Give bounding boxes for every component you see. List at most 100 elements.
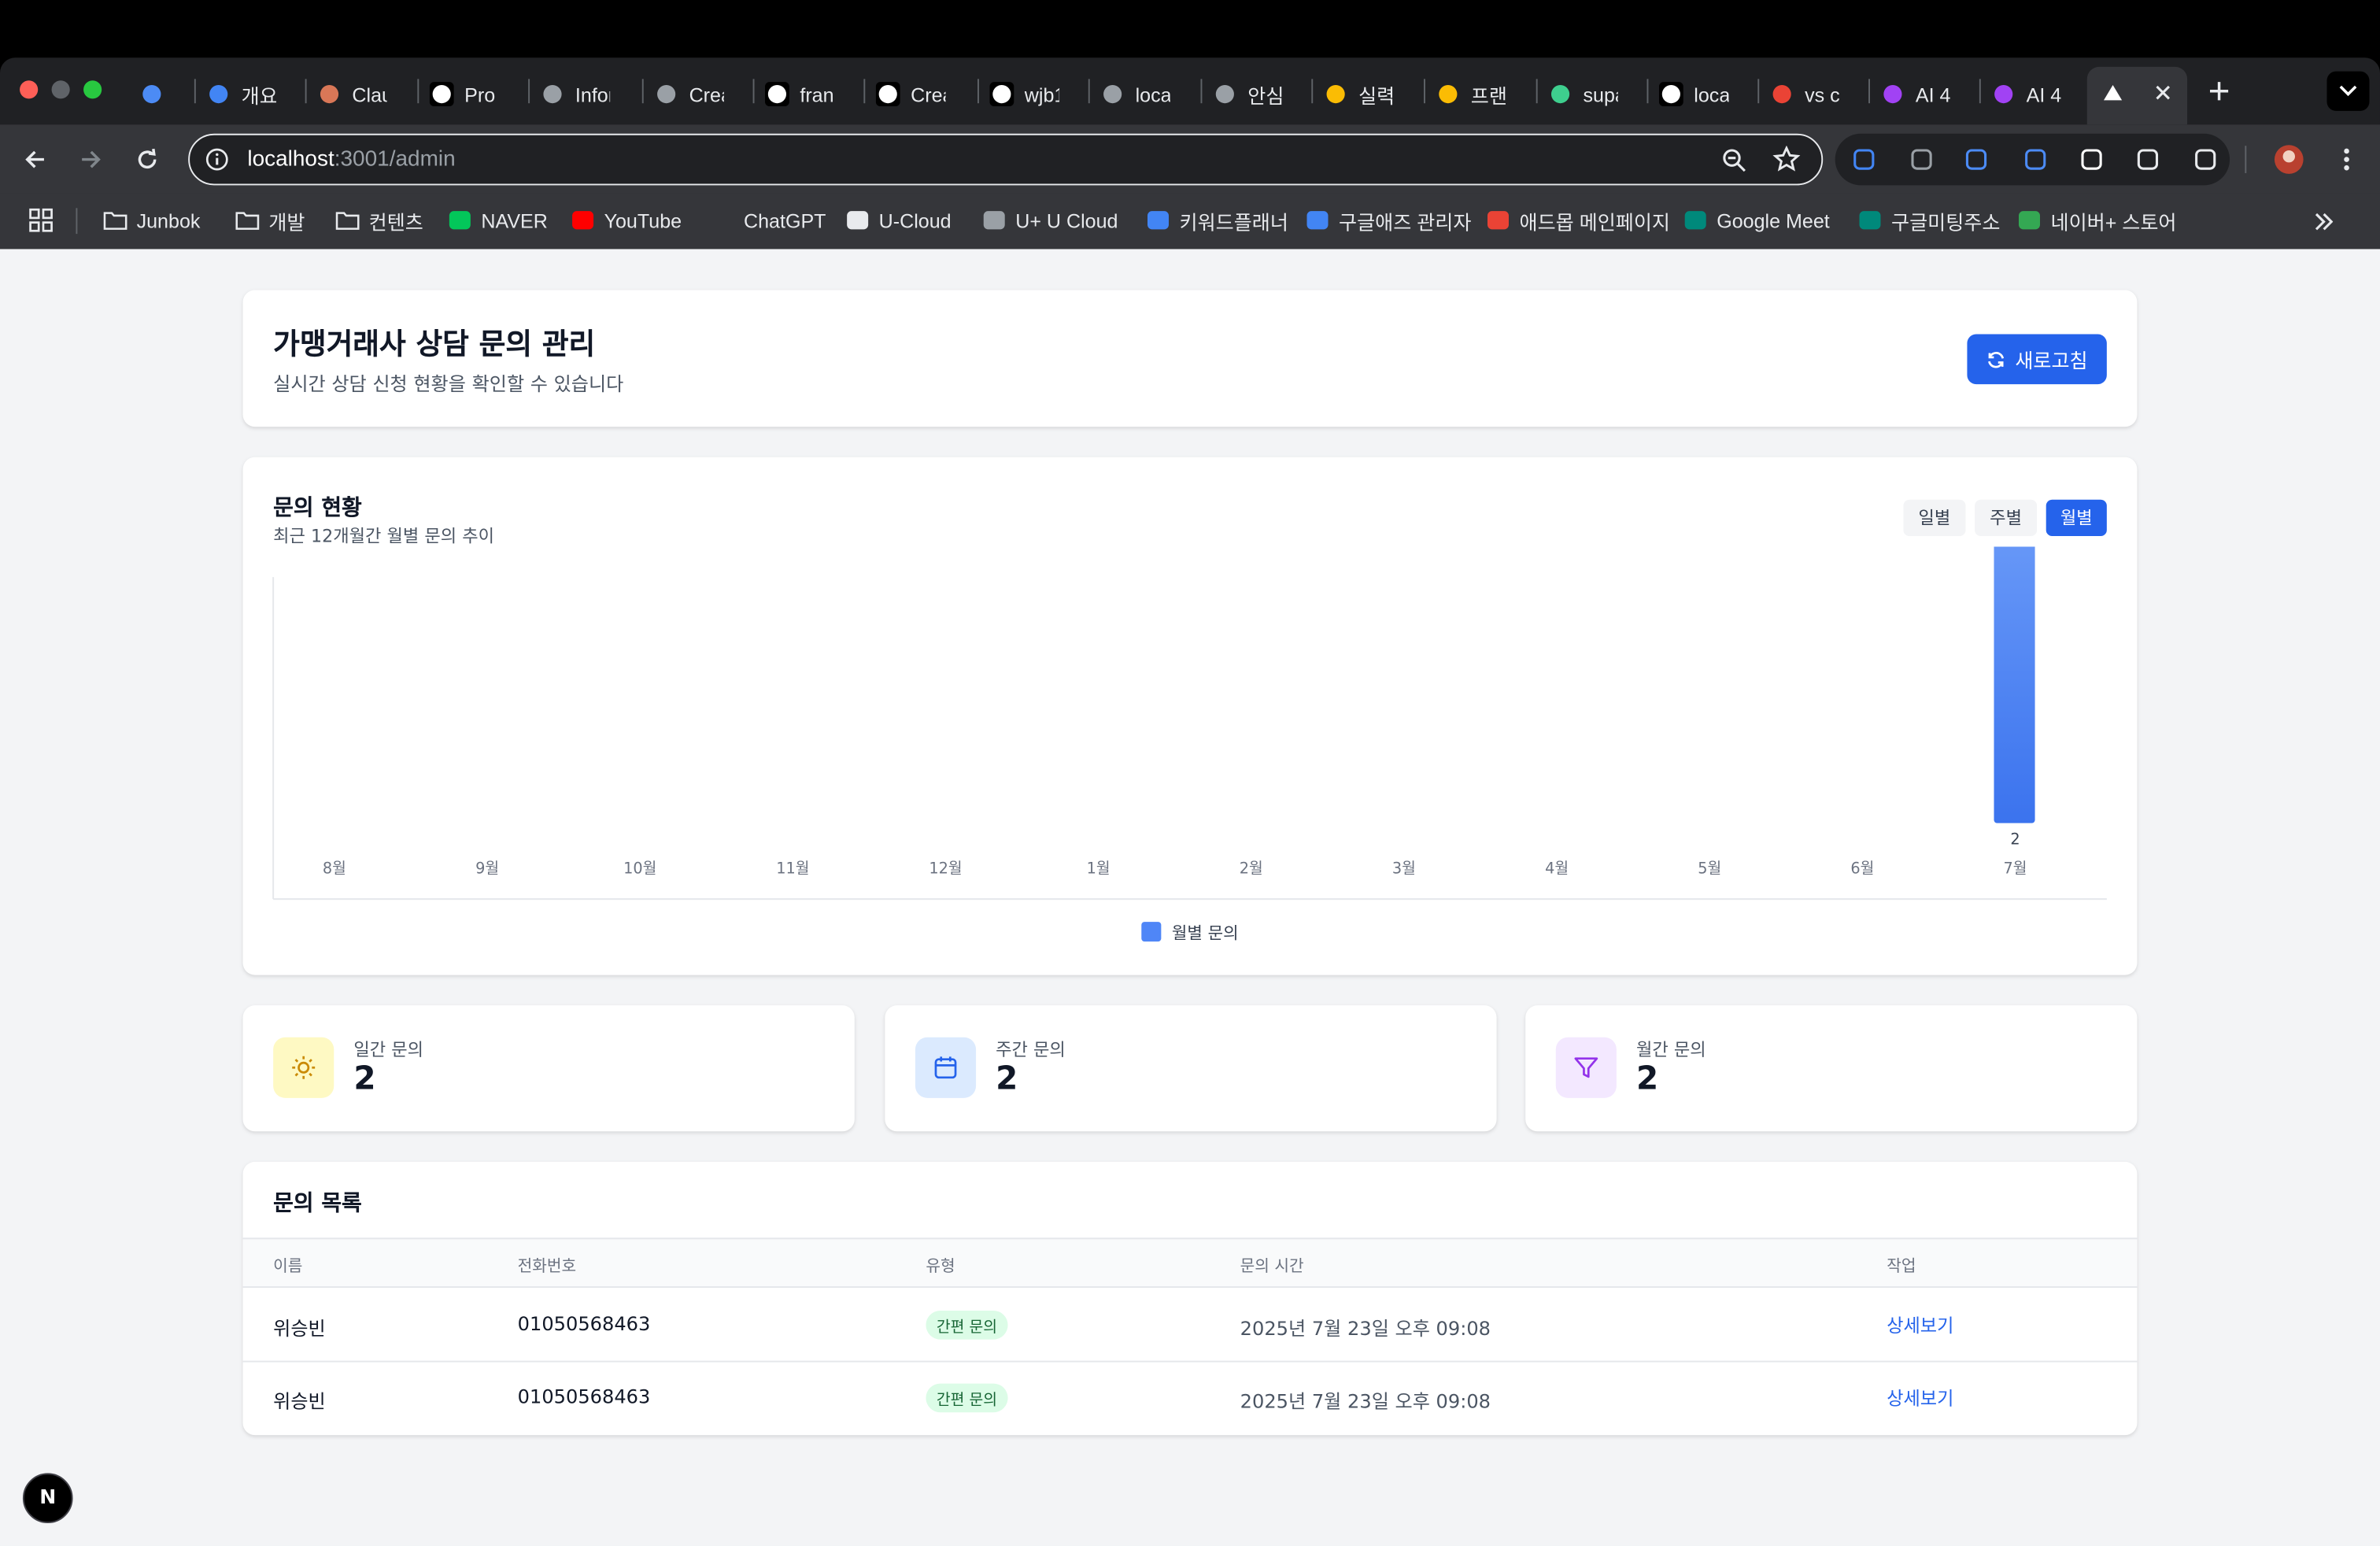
reload-button[interactable] xyxy=(132,144,163,175)
bookmark-item[interactable]: NAVER xyxy=(448,206,548,234)
chevron-down-icon xyxy=(2339,85,2357,97)
tab-weekly[interactable]: 주별 xyxy=(1975,499,2038,537)
cell-name: 위승빈 xyxy=(273,1389,326,1413)
table-title: 문의 목록 xyxy=(273,1192,362,1217)
admob-icon xyxy=(1486,208,1510,232)
nextjs-dev-badge[interactable]: N xyxy=(22,1473,73,1524)
stat-card xyxy=(242,1005,855,1132)
bookmark-item[interactable]: Junbok xyxy=(103,206,200,234)
maximize-window-button[interactable] xyxy=(83,80,102,99)
forward-button[interactable] xyxy=(76,144,106,175)
more-bookmarks-icon[interactable] xyxy=(2310,208,2338,235)
google-translate-icon[interactable] xyxy=(1849,144,1879,175)
tab-separator xyxy=(528,79,530,104)
bookmark-item[interactable]: 컨텐츠 xyxy=(335,206,423,234)
minimize-window-button[interactable] xyxy=(51,80,70,99)
browser-tab[interactable]: Crea xyxy=(875,76,945,112)
x-tick-label: 3월 xyxy=(1392,859,1416,877)
gem-extension-icon[interactable] xyxy=(2020,144,2051,175)
u-cloud-icon xyxy=(845,208,870,232)
zoom-icon[interactable] xyxy=(1721,147,1747,173)
tab-separator xyxy=(194,79,196,104)
close-window-button[interactable] xyxy=(20,80,39,99)
stat-label: 월간 문의 xyxy=(1635,1038,1706,1060)
profile-avatar[interactable] xyxy=(2274,144,2304,175)
folder-icon xyxy=(335,208,360,232)
browser-tab[interactable]: Crea xyxy=(654,76,724,112)
browser-tab[interactable]: 실력 xyxy=(1324,76,1393,112)
bookmark-item[interactable]: Google Meet xyxy=(1683,206,1830,234)
bookmark-item[interactable]: 네이버+ 스토어 xyxy=(2017,206,2177,234)
google-meet-icon xyxy=(1858,208,1883,232)
vercel-extension-icon[interactable] xyxy=(2076,144,2107,175)
openai-icon xyxy=(541,82,565,106)
tab-label: Pro xyxy=(464,83,496,106)
tab-monthly[interactable]: 월별 xyxy=(2046,499,2107,537)
browser-tab[interactable]: fran xyxy=(764,76,835,112)
vercel-icon xyxy=(764,82,789,107)
refresh-button[interactable]: 새로고침 xyxy=(1967,334,2107,385)
tab-label: loca xyxy=(1135,83,1170,106)
bookmark-label: U-Cloud xyxy=(878,209,952,232)
vercel-icon xyxy=(875,82,900,107)
page-title: 가맹거래사 상담 문의 관리 xyxy=(273,327,596,362)
view-detail-link[interactable]: 상세보기 xyxy=(1887,1312,1953,1338)
browser-tab[interactable]: vs c xyxy=(1770,76,1839,112)
browser-tab[interactable]: 프랜 xyxy=(1436,76,1506,112)
close-tab-icon[interactable] xyxy=(2154,83,2172,102)
browser-tab[interactable]: Pro xyxy=(429,76,500,112)
view-detail-link[interactable]: 상세보기 xyxy=(1887,1385,1953,1411)
smile-icon xyxy=(1436,82,1460,106)
filter-icon xyxy=(1555,1037,1617,1098)
tab-active[interactable] xyxy=(2086,66,2188,125)
apps-grid-icon[interactable] xyxy=(28,206,55,234)
bookmark-item[interactable]: 키워드플래너 xyxy=(1146,206,1288,234)
new-tab-button[interactable] xyxy=(2204,76,2234,106)
google-meet-icon xyxy=(1683,208,1708,232)
browser-tab[interactable]: AI 4 xyxy=(1880,76,1950,112)
browser-tab[interactable] xyxy=(139,76,170,112)
browser-tab[interactable]: Infor xyxy=(541,76,610,112)
bookmark-item[interactable]: 애드몹 메인페이지 xyxy=(1486,206,1670,234)
browser-tab[interactable]: Clau xyxy=(317,76,387,112)
robot-extension-icon[interactable] xyxy=(2133,144,2164,175)
tab-separator xyxy=(1979,79,1981,104)
tab-daily[interactable]: 일별 xyxy=(1903,499,1966,537)
tab-label: loca xyxy=(1694,83,1729,106)
browser-tab[interactable]: 개요 xyxy=(206,76,276,112)
address-bar[interactable]: localhost:3001/admin xyxy=(188,133,1824,186)
bookmark-item[interactable]: ChatGPT xyxy=(708,206,826,234)
more-menu-icon[interactable] xyxy=(2331,144,2362,175)
tab-separator xyxy=(1311,79,1314,104)
browser-tab[interactable]: wjb1 xyxy=(989,76,1059,112)
chart-subtitle: 최근 12개월간 월별 문의 추이 xyxy=(273,525,495,547)
bookmark-label: 구글애즈 관리자 xyxy=(1338,210,1472,234)
browser-tab[interactable]: supa xyxy=(1548,76,1618,112)
cell-phone: 01050568463 xyxy=(517,1385,651,1408)
browser-tab[interactable]: loca xyxy=(1100,76,1170,112)
media-extension-icon[interactable] xyxy=(1906,144,1937,175)
site-info-icon[interactable] xyxy=(205,147,229,172)
arrow-right-icon xyxy=(82,150,101,168)
google-ads-icon xyxy=(1306,208,1330,232)
cloud-icon xyxy=(982,208,1007,232)
puzzle-extensions-icon[interactable] xyxy=(2190,144,2221,175)
bookmark-label: U+ U Cloud xyxy=(1015,209,1118,232)
bookmark-star-icon[interactable] xyxy=(1772,146,1801,173)
bookmark-label: 애드몹 메인페이지 xyxy=(1519,210,1670,234)
bookmark-item[interactable]: U+ U Cloud xyxy=(982,206,1118,234)
tab-search-button[interactable] xyxy=(2326,71,2370,111)
bookmark-label: 개발 xyxy=(268,210,305,234)
bookmark-item[interactable]: 구글애즈 관리자 xyxy=(1306,206,1472,234)
browser-tab[interactable]: loca xyxy=(1658,76,1729,112)
translate-icon[interactable] xyxy=(1961,144,1992,175)
bookmark-item[interactable]: YouTube xyxy=(571,206,682,234)
browser-tab[interactable]: 안심 xyxy=(1213,76,1283,112)
bookmark-item[interactable]: 구글미팅주소 xyxy=(1858,206,2000,234)
back-button[interactable] xyxy=(20,144,50,175)
browser-tab[interactable]: AI 4 xyxy=(1991,76,2061,112)
bookmark-item[interactable]: U-Cloud xyxy=(845,206,952,234)
bookmark-label: YouTube xyxy=(604,209,682,232)
x-tick-label: 8월 xyxy=(323,859,346,877)
bookmark-item[interactable]: 개발 xyxy=(235,206,305,234)
